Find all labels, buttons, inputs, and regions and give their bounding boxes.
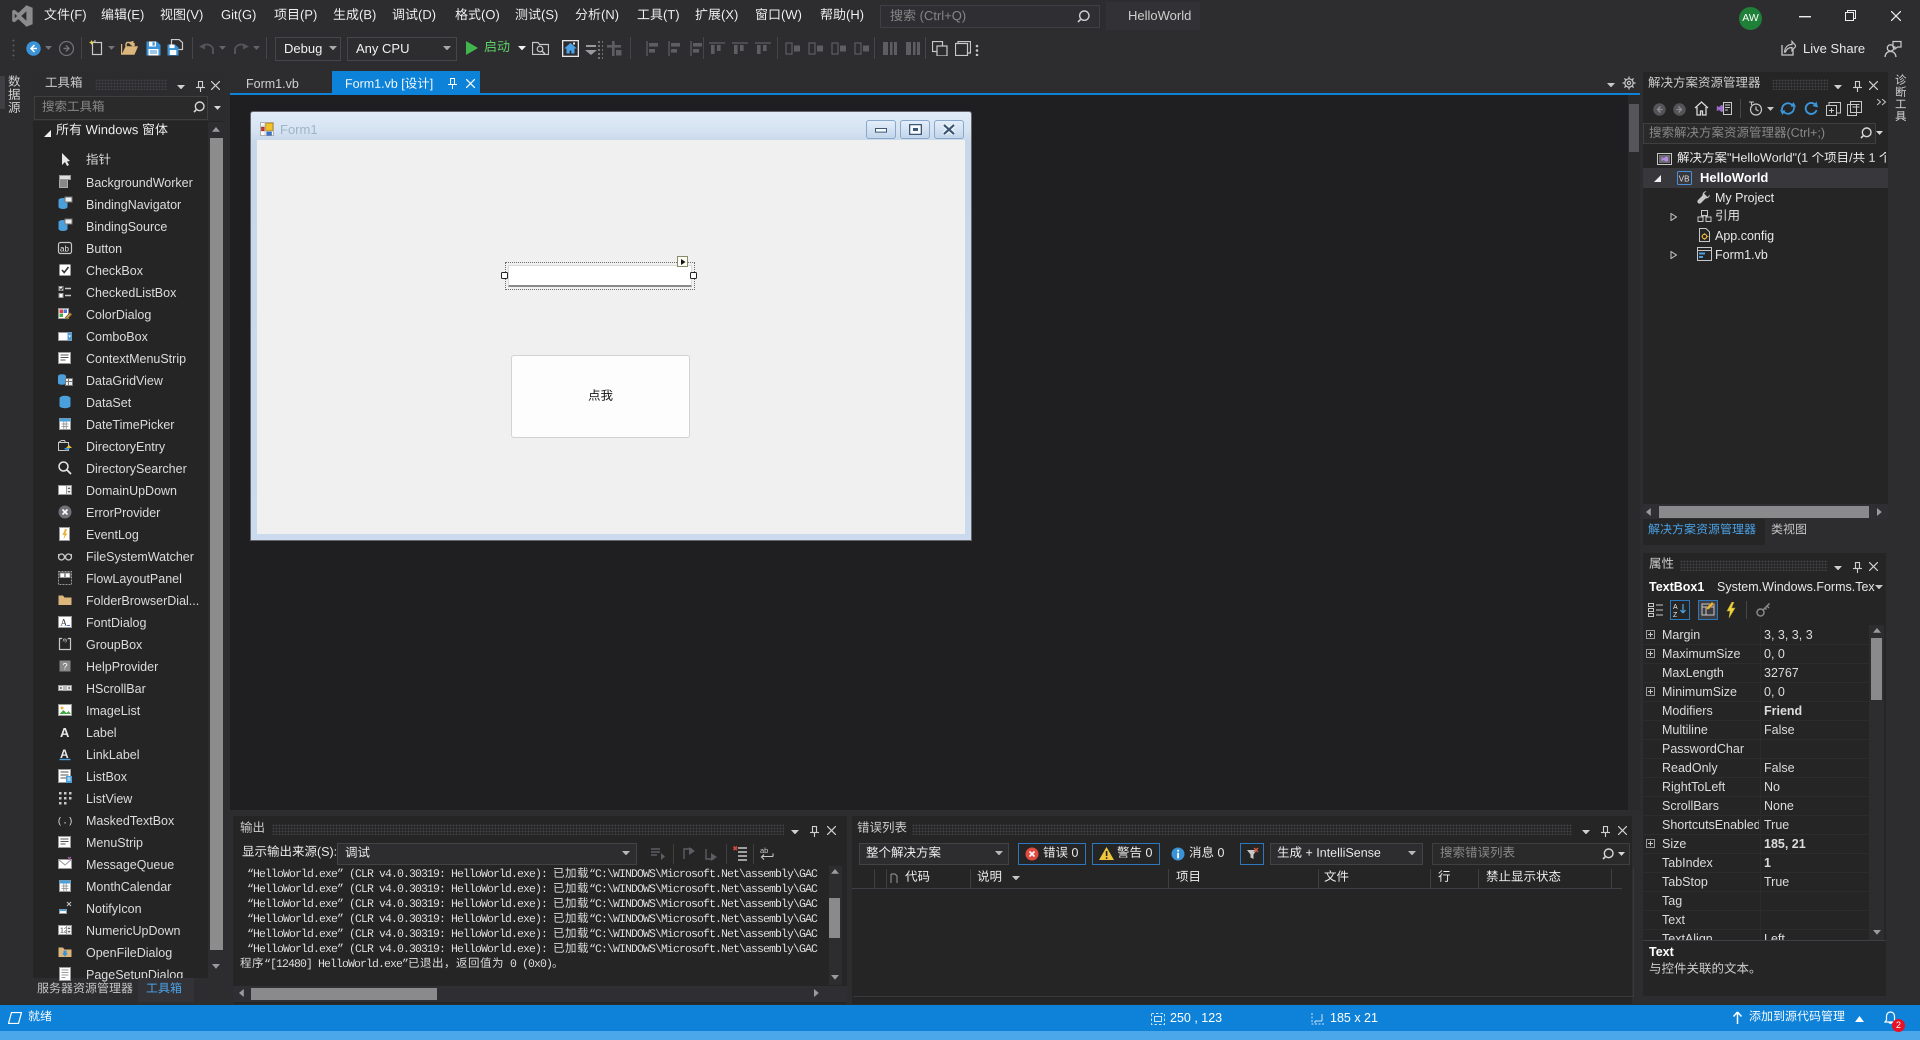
svg-text:Z: Z (1673, 612, 1678, 617)
svg-text:xy: xy (63, 637, 69, 643)
svg-text:VB: VB (1679, 175, 1690, 184)
svg-text:A: A (1673, 604, 1678, 611)
svg-text:ab: ab (760, 846, 768, 855)
svg-text:?: ? (63, 661, 68, 671)
svg-text:A: A (60, 725, 70, 740)
svg-text:ab: ab (60, 244, 69, 253)
svg-text:(.).: (.). (57, 816, 73, 826)
svg-text:A: A (61, 617, 68, 627)
